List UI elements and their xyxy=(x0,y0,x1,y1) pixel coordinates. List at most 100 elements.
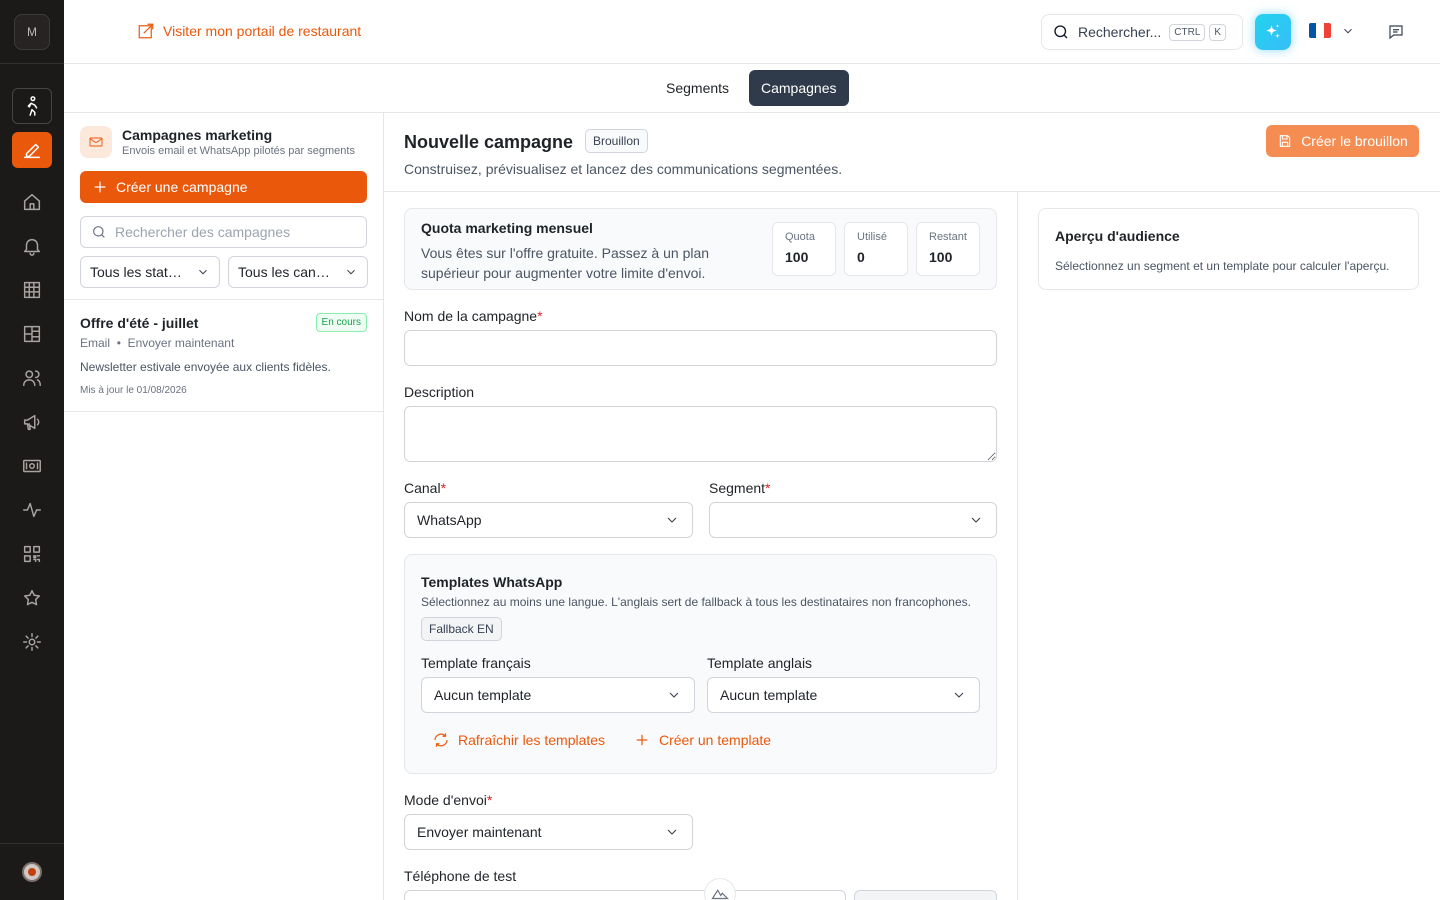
send-mode-select[interactable]: Envoyer maintenant xyxy=(404,814,693,850)
campaign-mode: Envoyer maintenant xyxy=(127,336,235,350)
campaign-name-input[interactable] xyxy=(404,330,997,366)
template-en-select[interactable]: Aucun template xyxy=(707,677,980,713)
language-selector[interactable] xyxy=(1309,23,1355,38)
feedback-button[interactable] xyxy=(1387,23,1405,44)
send-mode-label-text: Mode d'envoi xyxy=(404,792,487,808)
create-draft-label: Créer le brouillon xyxy=(1301,133,1408,149)
canal-select[interactable]: WhatsApp xyxy=(404,502,693,538)
top-bar: Visiter mon portail de restaurant Recher… xyxy=(64,0,1440,64)
workspace-initial: M xyxy=(27,25,37,39)
campaign-search-input[interactable]: Rechercher des campagnes xyxy=(80,216,367,248)
required-mark: * xyxy=(765,480,771,496)
template-en-value: Aucun template xyxy=(720,687,818,703)
search-icon xyxy=(93,226,105,238)
page-subtitle: Construisez, prévisualisez et lancez des… xyxy=(404,161,843,177)
status-filter-select[interactable]: Tous les statuts xyxy=(80,256,220,288)
canal-label: Canal* xyxy=(404,480,446,496)
rail-settings-button[interactable] xyxy=(12,624,52,660)
user-avatar[interactable] xyxy=(22,862,42,882)
canal-value: WhatsApp xyxy=(417,512,482,528)
rail-reviews-button[interactable] xyxy=(12,580,52,616)
global-search-button[interactable]: Rechercher... CTRL K xyxy=(1041,14,1243,50)
rail-campaigns-button[interactable] xyxy=(12,132,52,168)
rail-qr-button[interactable] xyxy=(12,536,52,572)
walk-icon xyxy=(27,96,38,116)
shortcut-k: K xyxy=(1209,23,1227,41)
quota-stat-label: Quota xyxy=(785,231,815,243)
template-en-label: Template anglais xyxy=(707,655,813,671)
rail-divider xyxy=(0,843,64,844)
quota-stat: Quota 100 xyxy=(772,222,836,276)
grid-icon xyxy=(23,281,41,299)
refresh-templates-label: Rafraîchir les templates xyxy=(458,732,606,748)
send-mode-value: Envoyer maintenant xyxy=(417,824,542,840)
campaign-name-label: Nom de la campagne* xyxy=(404,308,543,324)
segment-label: Segment* xyxy=(709,480,771,496)
ai-assistant-button[interactable] xyxy=(1255,14,1291,50)
create-template-button[interactable]: Créer un template xyxy=(633,731,771,749)
chevron-down-icon xyxy=(667,517,677,523)
search-label: Rechercher... xyxy=(1078,24,1162,40)
quota-title: Quota marketing mensuel xyxy=(421,220,593,236)
panel-title: Campagnes marketing xyxy=(122,127,273,143)
preview-subtitle: Sélectionnez un segment et un template p… xyxy=(1055,259,1390,273)
chevron-down-icon xyxy=(971,517,981,523)
preview-title: Aperçu d'audience xyxy=(1055,228,1180,244)
rail-payments-button[interactable] xyxy=(12,448,52,484)
nuxt-logo-icon xyxy=(711,889,729,900)
campaign-list-item[interactable]: Offre d'été - juillet En cours Email • E… xyxy=(64,300,383,412)
send-mode-label: Mode d'envoi* xyxy=(404,792,492,808)
campaign-list-panel: Campagnes marketing Envois email et What… xyxy=(64,113,384,900)
segment-label-text: Segment xyxy=(709,480,766,496)
search-icon xyxy=(1054,25,1068,39)
rail-notifications-button[interactable] xyxy=(12,228,52,264)
refresh-icon xyxy=(434,733,448,747)
required-mark: * xyxy=(486,792,493,808)
shortcut-ctrl: CTRL xyxy=(1169,23,1206,41)
channel-filter-select[interactable]: Tous les canaux xyxy=(228,256,368,288)
create-campaign-label: Créer une campagne xyxy=(116,179,248,195)
test-phone-input[interactable] xyxy=(404,890,846,900)
template-fr-select[interactable]: Aucun template xyxy=(421,677,695,713)
used-stat-value: 0 xyxy=(857,249,865,265)
rail-home-button[interactable] xyxy=(12,184,52,220)
rail-users-button[interactable] xyxy=(12,360,52,396)
create-draft-button[interactable]: Créer le brouillon xyxy=(1266,125,1419,157)
refresh-templates-button[interactable]: Rafraîchir les templates xyxy=(432,731,605,749)
canal-label-text: Canal xyxy=(404,480,441,496)
home-icon xyxy=(23,193,41,211)
channel-filter-value: Tous les canaux xyxy=(238,264,334,280)
chevron-down-icon xyxy=(347,269,355,275)
chevron-down-icon xyxy=(1344,28,1352,33)
rail-walk-button[interactable] xyxy=(12,88,52,124)
tab-campagnes[interactable]: Campagnes xyxy=(749,70,849,106)
tab-segments[interactable]: Segments xyxy=(654,70,741,106)
template-fr-value: Aucun template xyxy=(434,687,532,703)
rail-layout-button[interactable] xyxy=(12,316,52,352)
send-test-button[interactable] xyxy=(854,890,997,900)
meta-separator: • xyxy=(116,336,121,350)
create-campaign-button[interactable]: Créer une campagne xyxy=(80,171,367,203)
campaign-name: Offre d'été - juillet xyxy=(80,315,199,331)
campaign-meta: Email • Envoyer maintenant xyxy=(80,336,234,350)
rail-tables-button[interactable] xyxy=(12,272,52,308)
description-label: Description xyxy=(404,384,475,400)
description-textarea[interactable] xyxy=(404,406,997,462)
segment-select[interactable] xyxy=(709,502,997,538)
templates-title: Templates WhatsApp xyxy=(421,574,563,590)
status-filter-value: Tous les statuts xyxy=(90,264,186,280)
workspace-avatar[interactable]: M xyxy=(14,14,50,50)
mail-icon xyxy=(80,126,112,158)
external-link-icon xyxy=(138,23,154,39)
star-icon xyxy=(23,589,41,606)
portal-link[interactable]: Visiter mon portail de restaurant xyxy=(137,22,361,40)
draft-badge: Brouillon xyxy=(585,129,648,153)
campaign-editor-header: Nouvelle campagne Brouillon Construisez,… xyxy=(384,113,1440,192)
rail-marketing-button[interactable] xyxy=(12,404,52,440)
quota-card: Quota marketing mensuel Vous êtes sur l'… xyxy=(404,208,997,290)
templates-subtitle: Sélectionnez au moins une langue. L'angl… xyxy=(421,595,971,609)
rail-analytics-button[interactable] xyxy=(12,492,52,528)
test-phone-label: Téléphone de test xyxy=(404,868,517,884)
quota-stat-value: 100 xyxy=(785,249,809,265)
cash-icon xyxy=(23,459,41,473)
